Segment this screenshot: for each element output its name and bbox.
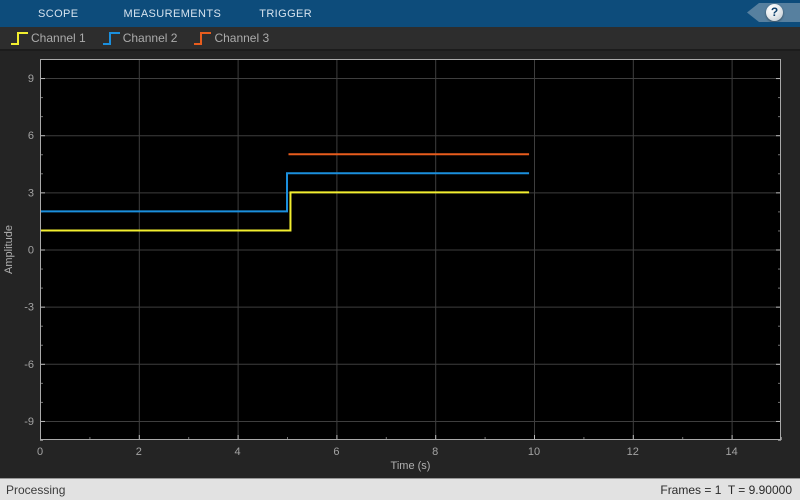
status-processing: Processing <box>6 482 66 497</box>
svg-text:-6: -6 <box>24 359 34 371</box>
channel-2-step-icon <box>102 31 120 45</box>
help-button[interactable]: ? <box>766 4 783 21</box>
svg-text:14: 14 <box>725 446 737 458</box>
ribbon-collapse-banner[interactable]: ? <box>747 3 800 22</box>
plot-svg[interactable]: 0 2 4 6 8 10 12 14 -9 -6 -3 0 3 6 9 Time (s) Amplitude <box>0 51 800 478</box>
x-axis-label: Time (s) <box>391 460 431 472</box>
tab-measurements[interactable]: MEASUREMENTS <box>120 8 226 20</box>
svg-text:3: 3 <box>28 187 34 199</box>
legend-item-channel-3[interactable]: Channel 3 <box>193 30 269 47</box>
channel-1-step-icon <box>11 31 28 45</box>
channel-3-step-icon <box>194 31 212 45</box>
svg-text:4: 4 <box>235 446 241 458</box>
svg-text:-3: -3 <box>24 302 34 314</box>
plot-area: 0 2 4 6 8 10 12 14 -9 -6 -3 0 3 6 9 Time (s) Amplitude <box>0 51 800 478</box>
svg-text:6: 6 <box>28 130 34 142</box>
legend-item-label: Channel 3 <box>214 31 270 45</box>
svg-text:12: 12 <box>627 446 639 458</box>
svg-text:6: 6 <box>333 446 339 458</box>
svg-text:0: 0 <box>37 446 43 458</box>
tab-trigger[interactable]: TRIGGER <box>255 8 316 20</box>
svg-text:9: 9 <box>28 73 34 85</box>
status-bar: Processing Frames = 1 T = 9.90000 <box>0 478 800 500</box>
svg-text:2: 2 <box>136 446 142 458</box>
legend-item-channel-2[interactable]: Channel 2 <box>102 30 178 47</box>
legend-item-label: Channel 2 <box>122 31 178 45</box>
svg-text:0: 0 <box>28 245 34 257</box>
status-frames-time: Frames = 1 T = 9.90000 <box>660 482 792 497</box>
tab-scope[interactable]: SCOPE <box>34 8 83 20</box>
svg-text:-9: -9 <box>24 416 34 428</box>
time-scope-window: SCOPE MEASUREMENTS TRIGGER ? Channel 1 C… <box>0 0 800 500</box>
legend-item-channel-1[interactable]: Channel 1 <box>10 30 86 47</box>
svg-text:8: 8 <box>432 446 438 458</box>
y-axis-label: Amplitude <box>3 225 15 274</box>
legend-item-label: Channel 1 <box>31 31 86 45</box>
toolstrip-tabbar: SCOPE MEASUREMENTS TRIGGER ? <box>0 0 800 27</box>
svg-text:10: 10 <box>528 446 540 458</box>
legend-bar: Channel 1 Channel 2 Channel 3 <box>0 27 800 51</box>
